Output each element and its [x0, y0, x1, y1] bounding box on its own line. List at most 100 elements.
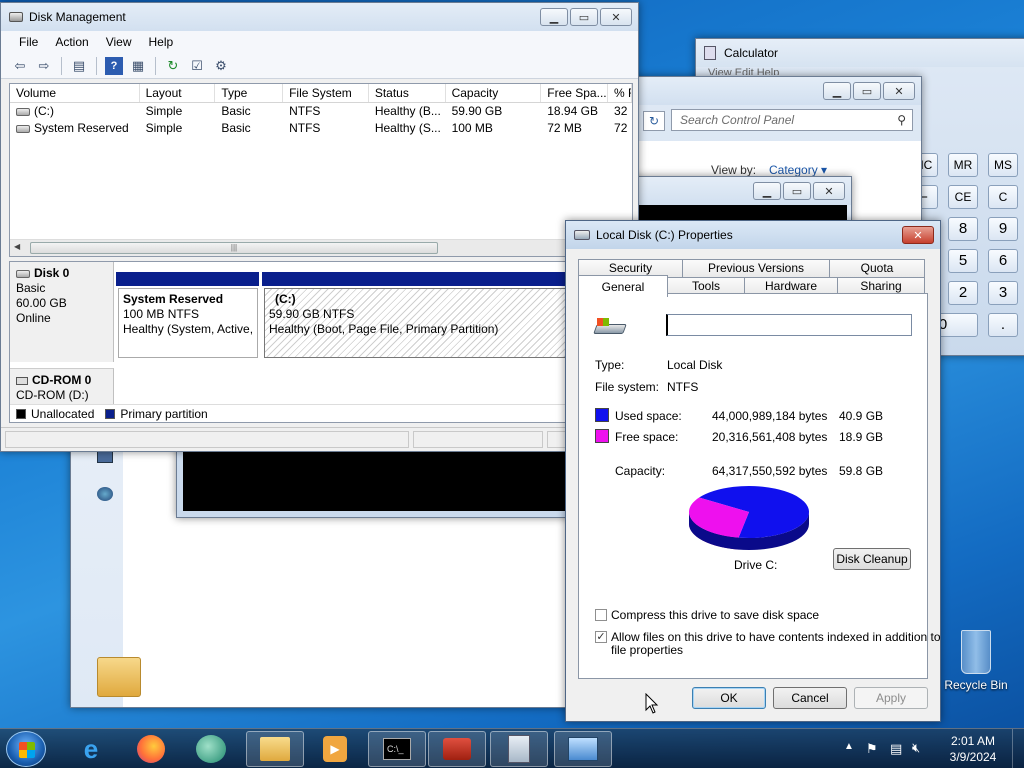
taskbar-firefox[interactable]	[122, 731, 180, 767]
cell-free-space: 18.94 GB	[547, 104, 598, 118]
minimize-button[interactable]: ▁	[540, 8, 568, 26]
apply-button[interactable]: Apply	[854, 687, 928, 709]
calc-2-button[interactable]: 2	[948, 281, 978, 305]
menu-help[interactable]: Help	[141, 35, 183, 49]
folder-icon[interactable]	[97, 657, 141, 697]
view-by-dropdown[interactable]: Category ▾	[769, 163, 827, 177]
scrollbar-thumb[interactable]: |||	[30, 242, 438, 254]
tab-general[interactable]: General	[578, 275, 668, 297]
calc-mr-button[interactable]: MR	[948, 153, 978, 177]
search-placeholder: Search Control Panel	[680, 113, 795, 127]
capacity-bytes: 64,317,550,592 bytes	[712, 464, 828, 478]
recycle-bin-shortcut[interactable]: Recycle Bin	[940, 630, 1012, 692]
taskbar-cmd[interactable]: C:\_	[368, 731, 426, 767]
maximize-button[interactable]: ▭	[570, 8, 598, 26]
control-panel-icon	[568, 737, 598, 761]
network-icon[interactable]	[97, 487, 113, 501]
show-hide-tree-icon[interactable]: ▤	[70, 57, 88, 75]
taskbar-media-player[interactable]: ▶	[306, 731, 364, 767]
col-free-space[interactable]: Free Spa...	[541, 84, 609, 102]
col-file-system[interactable]: File System	[283, 84, 369, 102]
table-row[interactable]: (C:) Simple Basic NTFS Healthy (B... 59.…	[10, 103, 632, 120]
volume-icon	[16, 107, 30, 116]
taskbar-calculator[interactable]	[490, 731, 548, 767]
tab-previous-versions[interactable]: Previous Versions	[682, 259, 830, 277]
volume-muted-icon[interactable]: 🔇︎	[912, 740, 920, 756]
scroll-left-icon[interactable]: ◀	[14, 242, 20, 251]
calc-8-button[interactable]: 8	[948, 217, 978, 241]
volume-label-input[interactable]	[666, 314, 912, 336]
cp-maximize-button[interactable]: ▭	[853, 82, 881, 100]
cmd-minimize-button[interactable]: ▁	[753, 182, 781, 200]
taskbar-ie[interactable]: e	[62, 731, 120, 767]
network-icon[interactable]: ▤	[890, 741, 902, 757]
close-button[interactable]: ✕	[600, 8, 632, 26]
calculator-icon	[704, 46, 716, 60]
cdrom0-info[interactable]: CD-ROM 0 CD-ROM (D:)	[10, 368, 114, 404]
ok-button[interactable]: OK	[692, 687, 766, 709]
calc-dot-button[interactable]: .	[988, 313, 1018, 337]
calc-c-button[interactable]: C	[988, 185, 1018, 209]
horizontal-scrollbar[interactable]: ◀ |||	[10, 239, 632, 256]
cp-minimize-button[interactable]: ▁	[823, 82, 851, 100]
back-arrow-icon[interactable]: ⇦	[11, 57, 29, 75]
cancel-button[interactable]: Cancel	[773, 687, 847, 709]
tab-quota[interactable]: Quota	[829, 259, 925, 277]
table-row[interactable]: System Reserved Simple Basic NTFS Health…	[10, 120, 632, 137]
calc-5-button[interactable]: 5	[948, 249, 978, 273]
start-button[interactable]	[6, 731, 46, 767]
col-capacity[interactable]: Capacity	[446, 84, 542, 102]
cmd-maximize-button[interactable]: ▭	[783, 182, 811, 200]
cell-type: Basic	[221, 104, 251, 118]
file-system-value: NTFS	[667, 380, 699, 394]
cp-close-button[interactable]: ✕	[883, 82, 915, 100]
col-volume[interactable]: Volume	[10, 84, 140, 102]
taskbar-control-panel[interactable]	[554, 731, 612, 767]
col-status[interactable]: Status	[369, 84, 446, 102]
cmd-close-button[interactable]: ✕	[813, 182, 845, 200]
properties-icon[interactable]: ▦	[129, 57, 147, 75]
calc-ce-button[interactable]: CE	[948, 185, 978, 209]
calc-9-button[interactable]: 9	[988, 217, 1018, 241]
system-clock[interactable]: 2:01 AM 3/9/2024	[940, 733, 1006, 765]
compress-checkbox[interactable]	[595, 609, 607, 621]
calc-3-button[interactable]: 3	[988, 281, 1018, 305]
col-type[interactable]: Type	[215, 84, 284, 102]
disk0-size: 60.00 GB	[16, 296, 67, 310]
calc-ms-button[interactable]: MS	[988, 153, 1018, 177]
help-icon[interactable]: ?	[105, 56, 123, 75]
col-percent-free[interactable]: % F	[608, 84, 632, 102]
drive-label: Drive C:	[734, 558, 778, 572]
forward-arrow-icon[interactable]: ⇨	[35, 57, 53, 75]
file-system-label: File system:	[595, 380, 660, 394]
dialog-close-button[interactable]: ✕	[902, 226, 934, 244]
show-desktop-button[interactable]	[1012, 729, 1024, 768]
taskbar-toolbox[interactable]	[428, 731, 486, 767]
refresh-icon[interactable]: ↻	[164, 57, 182, 75]
disk-management-window[interactable]: Disk Management ▁ ▭ ✕ File Action View H…	[0, 2, 639, 452]
cell-free-space: 72 MB	[547, 121, 582, 135]
index-checkbox[interactable]: ✓	[595, 631, 607, 643]
taskbar-app[interactable]	[182, 731, 240, 767]
action-center-flag-icon[interactable]: ⚑	[866, 741, 878, 757]
menu-view[interactable]: View	[98, 35, 141, 49]
menu-file[interactable]: File	[1, 35, 47, 49]
used-space-label: Used space:	[615, 409, 682, 423]
partition-system-reserved[interactable]: System Reserved 100 MB NTFS Healthy (Sys…	[118, 288, 258, 358]
partition-reserved-status: Healthy (System, Active,	[123, 322, 253, 336]
used-space-swatch	[595, 408, 609, 422]
col-layout[interactable]: Layout	[140, 84, 216, 102]
disk-graphical-view: Disk 0 Basic 60.00 GB Online System Rese…	[9, 261, 633, 423]
disk-cleanup-button[interactable]: Disk Cleanup	[833, 548, 911, 570]
show-hidden-icons[interactable]: ▲	[844, 741, 854, 752]
properties-dialog[interactable]: Local Disk (C:) Properties ✕ Security Pr…	[565, 220, 941, 722]
search-input[interactable]: Search Control Panel ⚲	[671, 109, 913, 131]
taskbar-explorer[interactable]	[246, 731, 304, 767]
checklist-icon[interactable]: ☑	[188, 57, 206, 75]
calculator-menu[interactable]: View Edit Help	[708, 67, 779, 75]
refresh-icon[interactable]: ↻	[643, 111, 665, 131]
disk0-info[interactable]: Disk 0 Basic 60.00 GB Online	[10, 262, 114, 362]
calc-6-button[interactable]: 6	[988, 249, 1018, 273]
settings-icon[interactable]: ⚙	[212, 57, 230, 75]
menu-action[interactable]: Action	[47, 35, 97, 49]
